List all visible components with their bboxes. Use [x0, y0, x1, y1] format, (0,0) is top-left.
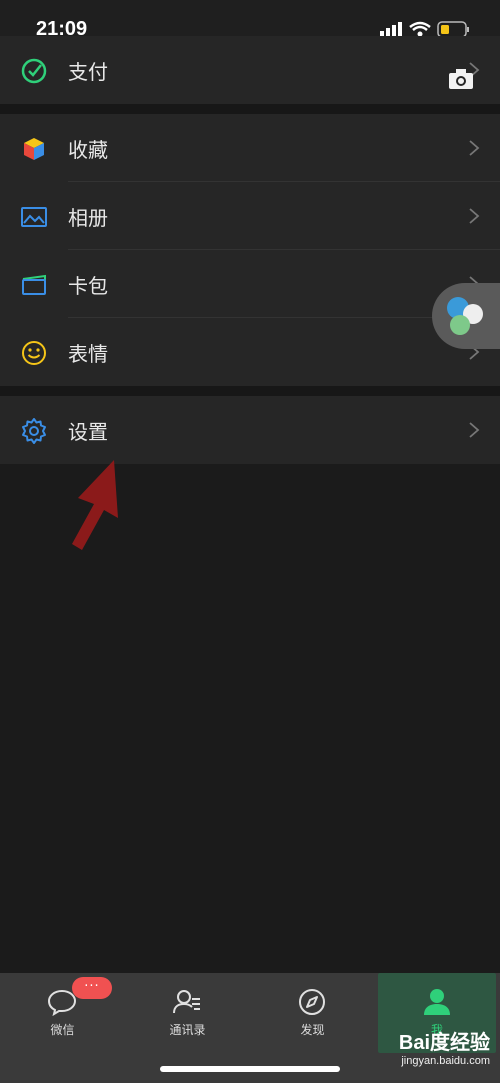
- wechat-pay-icon: [21, 58, 47, 84]
- tab-discover[interactable]: 发现: [250, 973, 375, 1053]
- menu-item-label: 卡包: [68, 274, 108, 298]
- contacts-icon: [173, 990, 200, 1014]
- card-wallet-icon: [22, 274, 46, 295]
- home-indicator[interactable]: [160, 1066, 340, 1072]
- menu-item-favorites[interactable]: 收藏: [0, 114, 500, 182]
- chevron-right-icon: [469, 422, 480, 438]
- tab-chats[interactable]: 微信 ···: [0, 973, 125, 1053]
- tab-label: 通讯录: [169, 1023, 206, 1037]
- menu-item-label: 支付: [68, 60, 108, 84]
- pay-section: 支付: [0, 36, 500, 104]
- tab-label: 微信: [50, 1023, 75, 1037]
- tab-contacts[interactable]: 通讯录: [125, 973, 250, 1053]
- sticker-smiley-icon: [22, 341, 46, 365]
- menu-item-card-wallet[interactable]: 卡包: [0, 250, 500, 318]
- section-gap: [0, 104, 500, 114]
- person-icon: [424, 989, 450, 1015]
- annotation-arrow: [72, 460, 118, 550]
- floating-ball[interactable]: [432, 283, 500, 349]
- menu-item-label: 收藏: [68, 138, 108, 162]
- unread-badge: ···: [72, 977, 112, 999]
- menu-item-label: 相册: [68, 206, 108, 230]
- section-gap: [0, 386, 500, 396]
- menu-item-pay[interactable]: 支付: [0, 36, 500, 104]
- menu-item-album[interactable]: 相册: [0, 182, 500, 250]
- main-section: 收藏 相册 卡包 表情: [0, 114, 500, 386]
- chevron-right-icon: [469, 140, 480, 156]
- cellular-signal-icon: [380, 22, 402, 37]
- baidu-jingyan-watermark: Bai度经验 jingyan.baidu.com: [370, 1026, 490, 1076]
- camera-icon[interactable]: [448, 68, 474, 90]
- menu-item-label: 表情: [68, 342, 108, 366]
- chevron-right-icon: [469, 208, 480, 224]
- favorites-cube-icon: [24, 138, 44, 160]
- wifi-icon: [409, 21, 431, 37]
- watermark-url: jingyan.baidu.com: [401, 1055, 490, 1067]
- album-image-icon: [21, 207, 47, 227]
- watermark-logo: Bai度经验: [398, 1032, 490, 1054]
- floating-ball-icon: [447, 297, 483, 335]
- battery-icon: [437, 21, 469, 38]
- settings-section: 设置: [0, 396, 500, 464]
- menu-item-label: 设置: [68, 420, 108, 444]
- tab-label: 发现: [300, 1023, 325, 1037]
- gear-icon: [22, 418, 46, 444]
- menu-item-stickers[interactable]: 表情: [0, 318, 500, 386]
- compass-icon: [299, 989, 325, 1015]
- menu-item-settings[interactable]: 设置: [0, 396, 500, 464]
